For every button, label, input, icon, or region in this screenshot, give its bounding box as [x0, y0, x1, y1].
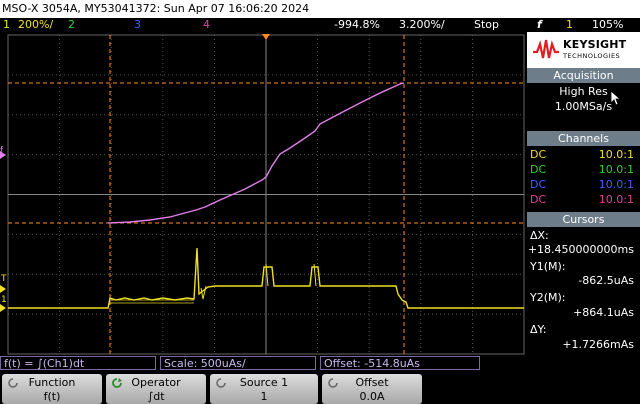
ch1-probe: 10.0:1: [598, 148, 634, 161]
cursor-y1-label: Y1(M):: [530, 260, 566, 273]
source-softkey[interactable]: Source 1 1: [210, 374, 318, 404]
math-formula-bar: f(t) = ∫(Ch1)dt Scale: 500uAs/ Offset: -…: [0, 356, 640, 370]
window-title: MSO-X 3054A, MY53041372: Sun Apr 07 16:0…: [0, 0, 640, 18]
graticule: f T 1: [0, 34, 525, 355]
ch3-probe: 10.0:1: [598, 178, 634, 191]
ch1-scale[interactable]: 200%/: [18, 18, 53, 32]
ch4-status-label[interactable]: 4: [203, 18, 210, 32]
math-offset[interactable]: Offset: -514.8uAs: [320, 356, 480, 370]
cursor-dy-value: +1.7266mAs: [562, 338, 634, 351]
trigger-slope-icon: f: [537, 18, 542, 31]
keysight-logo: KEYSIGHT TECHNOLOGIES: [527, 32, 640, 68]
trigger-channel: 1: [566, 18, 573, 31]
channel-row-3[interactable]: DC 10.0:1: [527, 178, 640, 192]
offset-softkey-value: 0.0A: [359, 390, 385, 403]
keysight-wave-icon: [533, 39, 559, 59]
time-scale[interactable]: 3.200%/: [399, 18, 445, 32]
ch1-coupling: DC: [530, 148, 547, 161]
channel-markers[interactable]: f T 1: [0, 146, 7, 312]
ch4-probe: 10.0:1: [598, 193, 634, 206]
math-scale[interactable]: Scale: 500uAs/: [160, 356, 316, 370]
channel-row-4[interactable]: DC 10.0:1: [527, 193, 640, 207]
cursor-y2-label: Y2(M):: [530, 291, 566, 304]
ch3-status-label[interactable]: 3: [134, 18, 141, 32]
cursor-dx-value: +18.450000000ms: [527, 243, 634, 256]
offset-softkey-title: Offset: [355, 376, 389, 389]
brand-sub: TECHNOLOGIES: [563, 52, 621, 60]
acquisition-mode: High Res: [559, 85, 608, 98]
cursor-y1-value: -862.5uAs: [578, 274, 634, 287]
ch2-status-label[interactable]: 2: [68, 18, 75, 32]
right-sidebar: KEYSIGHT TECHNOLOGIES Acquisition High R…: [527, 32, 640, 356]
ch2-probe: 10.0:1: [598, 163, 634, 176]
channel-row-1[interactable]: DC 10.0:1: [527, 148, 640, 162]
softkey-bar: Function f(t) Operator ∫dt Source 1 1 Of…: [0, 372, 640, 404]
source-softkey-title: Source 1: [239, 376, 289, 389]
operator-softkey-title: Operator: [131, 376, 181, 389]
cursor-y2-value: +864.1uAs: [573, 306, 634, 319]
mouse-pointer-icon: [610, 90, 622, 106]
ch1-status-label[interactable]: 1: [3, 18, 10, 32]
run-state[interactable]: Stop: [474, 18, 499, 32]
function-softkey-title: Function: [28, 376, 76, 389]
ch4-coupling: DC: [530, 193, 547, 206]
channel-row-2[interactable]: DC 10.0:1: [527, 163, 640, 177]
waveform-display[interactable]: f T 1: [0, 32, 526, 356]
cursors-header[interactable]: Cursors: [527, 212, 640, 227]
source-softkey-value: 1: [260, 390, 268, 403]
acquisition-rate: 1.00MSa/s: [554, 100, 613, 113]
status-bar: 1 200%/ 2 3 4 -994.8% 3.200%/ Stop f 1 1…: [0, 18, 640, 32]
math-expression[interactable]: f(t) = ∫(Ch1)dt: [0, 356, 156, 370]
brand-name: KEYSIGHT: [563, 38, 627, 51]
cursor-dx-label: ΔX:: [530, 229, 549, 242]
svg-text:1: 1: [1, 295, 7, 305]
channels-header[interactable]: Channels: [527, 131, 640, 146]
cursor-dy-label: ΔY:: [530, 323, 547, 336]
operator-softkey[interactable]: Operator ∫dt: [106, 374, 206, 404]
ch2-coupling: DC: [530, 163, 547, 176]
operator-softkey-value: ∫dt: [147, 390, 165, 403]
time-offset[interactable]: -994.8%: [334, 18, 380, 32]
ch3-coupling: DC: [530, 178, 547, 191]
function-softkey-value: f(t): [43, 390, 61, 403]
trigger-level[interactable]: 105%: [592, 18, 623, 32]
offset-softkey[interactable]: Offset 0.0A: [322, 374, 422, 404]
svg-text:T: T: [0, 274, 7, 284]
function-softkey[interactable]: Function f(t): [2, 374, 102, 404]
acquisition-header[interactable]: Acquisition: [527, 68, 640, 83]
